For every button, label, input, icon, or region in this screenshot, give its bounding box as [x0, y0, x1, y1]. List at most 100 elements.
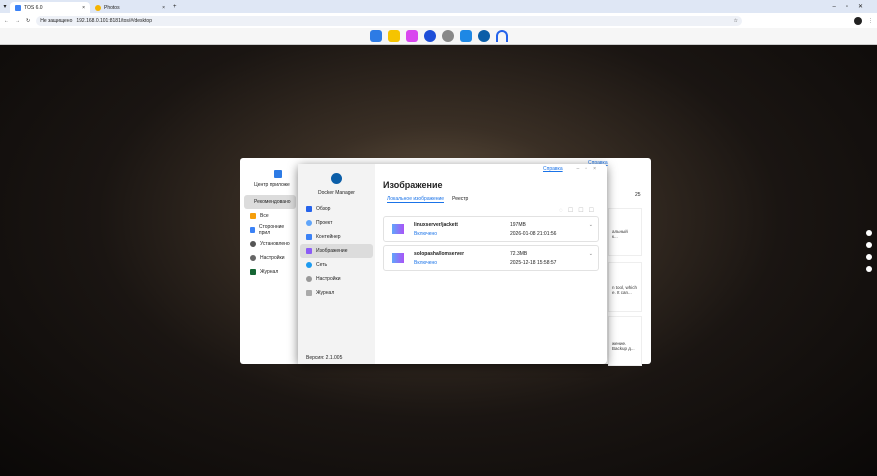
- nav-label: Журнал: [316, 290, 335, 296]
- forward-icon[interactable]: →: [15, 18, 20, 24]
- card-text: к...: [612, 234, 618, 239]
- window-controls[interactable]: –▫×: [577, 166, 602, 172]
- tab-local-images[interactable]: Локальное изображение: [387, 196, 445, 203]
- star-icon[interactable]: ☆: [734, 18, 738, 24]
- address-bar: ← → ↻ Не защищено 192.168.0.101:8181/tos/#/…: [0, 13, 877, 28]
- appcenter-logo-icon: [274, 170, 282, 178]
- container-icon: [306, 234, 312, 240]
- nav-third-party[interactable]: Сторонние прил: [244, 223, 296, 237]
- gear-icon: [250, 255, 256, 261]
- app-name: Docker Manager: [318, 190, 355, 196]
- docker-icon[interactable]: [477, 30, 490, 42]
- toolbar-actions[interactable]: ◌☐☐☐: [383, 207, 599, 214]
- tab-tos[interactable]: TOS 6.0 ×: [10, 2, 90, 13]
- reload-icon[interactable]: ↻: [26, 18, 30, 24]
- card-text: Backup д...: [612, 346, 635, 351]
- version-label: Версия: 2.1.005: [306, 355, 343, 361]
- new-tab-icon[interactable]: +: [173, 4, 177, 10]
- tos-favicon-icon: [15, 4, 21, 11]
- tab-photos[interactable]: Photos ×: [90, 2, 170, 13]
- help-link[interactable]: Справка: [543, 166, 563, 172]
- photos-favicon-icon: [95, 4, 101, 11]
- tab-label: TOS 6.0: [24, 4, 43, 11]
- app-card[interactable]: жение. Backup д...: [608, 316, 642, 366]
- nav-label: Журнал: [260, 269, 279, 275]
- start-icon[interactable]: [369, 30, 382, 42]
- app-title: Центр приложе: [254, 182, 290, 188]
- desktop-widgets: [866, 230, 872, 272]
- chevron-down-icon[interactable]: ⌄: [589, 222, 593, 228]
- widget-icon[interactable]: [866, 230, 872, 236]
- tab-registry[interactable]: Реестр: [452, 196, 468, 203]
- image-name: solopasha/lomserver: [414, 250, 465, 257]
- url-input[interactable]: Не защищено 192.168.0.101:8181/tos/#/desk…: [36, 15, 742, 26]
- app-card[interactable]: n tool, which e. It can...: [608, 262, 642, 312]
- log-icon: [306, 290, 312, 296]
- nav-label: Настройки: [316, 276, 341, 282]
- nav-label: Сторонние прил: [258, 224, 285, 236]
- image-name: linuxserver/jackett: [414, 221, 458, 228]
- bell-icon[interactable]: [866, 254, 872, 260]
- nav-label: Настройки: [260, 255, 285, 261]
- nav-image[interactable]: Изображение: [300, 244, 373, 258]
- docker-main: Справка –▫× Изображение Локальное изобра…: [375, 164, 607, 364]
- tab-menu-icon[interactable]: ▾: [0, 3, 10, 10]
- info-icon[interactable]: [866, 266, 872, 272]
- clock-icon[interactable]: [423, 30, 436, 42]
- nav-log[interactable]: Журнал: [300, 286, 373, 300]
- nav-overview[interactable]: Обзор: [300, 202, 373, 216]
- window-controls[interactable]: –▫✕: [833, 3, 877, 10]
- nav-label: Сеть: [316, 262, 328, 268]
- image-icon: [392, 253, 404, 263]
- gear-icon: [306, 276, 312, 282]
- nav-settings[interactable]: Настройки: [300, 272, 373, 286]
- image-status: Включено: [414, 230, 438, 237]
- app-card[interactable]: альный к...: [608, 208, 642, 256]
- nav-label: Рекомендовано: [254, 199, 291, 205]
- log-icon: [250, 269, 256, 275]
- users-icon: [250, 227, 255, 233]
- back-icon[interactable]: ←: [4, 18, 9, 24]
- network-icon: [306, 262, 312, 268]
- chevron-down-icon[interactable]: ⌄: [589, 251, 593, 257]
- installed-icon: [250, 241, 256, 247]
- menu-icon[interactable]: ⋮: [868, 18, 873, 24]
- app-count: 25: [635, 192, 641, 198]
- nav-label: Обзор: [316, 206, 331, 212]
- image-icon: [306, 248, 312, 254]
- docker-sidebar: Docker Manager Обзор Проект Контейнер Из…: [298, 164, 375, 364]
- docker-logo-icon: [331, 173, 342, 184]
- nav-label: Установлено: [260, 241, 290, 247]
- nav-project[interactable]: Проект: [300, 216, 373, 230]
- card-text: e. It can...: [612, 290, 632, 295]
- nav-log[interactable]: Журнал: [244, 265, 296, 279]
- nav-container[interactable]: Контейнер: [300, 230, 373, 244]
- image-row[interactable]: linuxserver/jackett Включено 197MB 2026-01…: [383, 216, 599, 242]
- settings-icon[interactable]: [441, 30, 454, 42]
- taskbar: [0, 28, 877, 45]
- browser-tabbar: ▾ TOS 6.0 × Photos × + –▫✕: [0, 0, 877, 13]
- image-date: 2025-12-18 15:58:57: [510, 259, 557, 266]
- avatar[interactable]: [854, 16, 862, 25]
- overview-icon: [306, 206, 312, 212]
- close-icon[interactable]: ×: [82, 5, 85, 11]
- security-badge[interactable]: Не защищено: [40, 18, 72, 24]
- appcenter-icon[interactable]: [405, 30, 418, 42]
- nav-settings[interactable]: Настройки: [244, 251, 296, 265]
- app-icon[interactable]: [459, 30, 472, 42]
- image-icon: [392, 224, 404, 234]
- image-row[interactable]: solopasha/lomserver Включено 72.3MB 2025-1…: [383, 245, 599, 271]
- nav-recommended[interactable]: Рекомендовано: [244, 195, 296, 209]
- nav-all[interactable]: Все: [244, 209, 296, 223]
- nav-label: Все: [260, 213, 269, 219]
- image-size: 197MB: [510, 221, 526, 228]
- page-title: Изображение: [383, 180, 443, 190]
- image-size: 72.3MB: [510, 250, 528, 257]
- nav-label: Изображение: [316, 248, 348, 254]
- chat-icon[interactable]: [866, 242, 872, 248]
- close-icon[interactable]: ×: [162, 5, 165, 11]
- headset-icon[interactable]: [495, 30, 508, 42]
- files-icon[interactable]: [387, 30, 400, 42]
- nav-network[interactable]: Сеть: [300, 258, 373, 272]
- nav-installed[interactable]: Установлено: [244, 237, 296, 251]
